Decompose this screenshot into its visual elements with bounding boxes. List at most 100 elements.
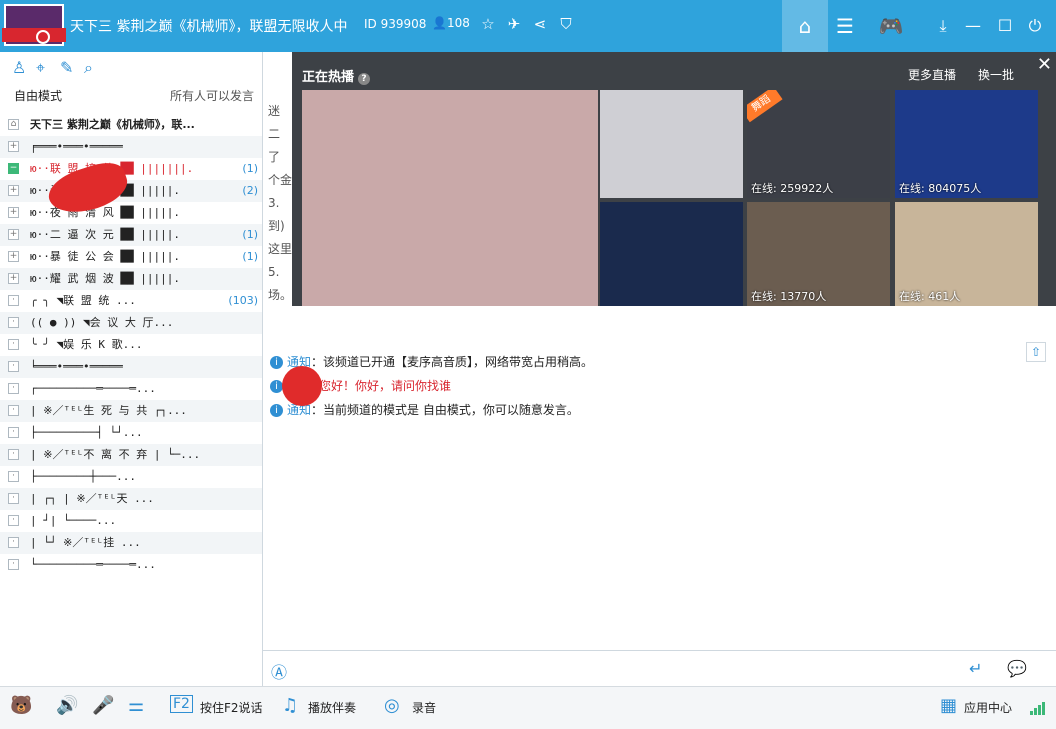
collapse-icon[interactable]: − <box>8 163 19 174</box>
accompany-button[interactable]: 播放伴奏 <box>308 699 356 716</box>
expand-icon[interactable]: · <box>8 537 19 548</box>
channel-tree-row[interactable]: · | ※／ᵀᴱᴸ生 死 与 共 ┌┐... <box>0 400 262 422</box>
expand-icon[interactable]: · <box>8 427 19 438</box>
location-icon[interactable]: ⌖ <box>36 58 45 78</box>
channel-tree-row[interactable]: · ├─────────┤ └┘... <box>0 422 262 444</box>
speaker-icon[interactable]: 🔊 <box>56 695 78 716</box>
expand-icon[interactable]: · <box>8 361 19 372</box>
chat-input-bar[interactable]: Ⓐ ↵ 💬 <box>263 650 1056 687</box>
message-red-text: 您好！你好，请问你找谁 <box>319 379 452 393</box>
channel-panel: ♙ ⌖ ✎ ⌕ 自由模式 所有人可以发言 ⌂ 天下三 紫荆之巅《机械师》，联...… <box>0 52 263 686</box>
channel-tree-row[interactable]: + ю··耀 武 烟 波 ██ |||||. <box>0 268 262 290</box>
redaction-mark <box>282 366 322 406</box>
channel-tree-row[interactable]: ⌂ 天下三 紫荆之巅《机械师》，联... <box>0 114 262 136</box>
channel-tree-row[interactable]: · ┌─────────═────═... <box>0 378 262 400</box>
app-center-button[interactable]: 应用中心 <box>964 699 1012 716</box>
channel-tree-row[interactable]: · | ※／ᵀᴱᴸ不 离 不 弃 | └─... <box>0 444 262 466</box>
f2-icon[interactable]: F2 <box>170 695 193 713</box>
expand-icon[interactable]: · <box>8 515 19 526</box>
star-icon[interactable]: ☆ <box>478 14 498 34</box>
live-thumbnail[interactable]: 在线: 461人 <box>895 202 1038 306</box>
channel-tree-row[interactable]: + ╒═══•═══•═════ <box>0 136 262 158</box>
share-icon[interactable]: ⋖ <box>530 14 550 34</box>
game-button[interactable]: 🎮 <box>868 0 914 52</box>
f2-talk-button[interactable]: 按住F2说话 <box>200 699 263 716</box>
plane-icon[interactable]: ✈ <box>504 14 524 34</box>
mode-label: 自由模式 <box>14 89 63 103</box>
mic-icon[interactable]: 🎤 <box>92 695 114 716</box>
channel-name: | ┌┐ | ※／ᵀᴱᴸ天 ... <box>30 492 154 505</box>
channel-tree-row[interactable]: · | ┌┐ | ※／ᵀᴱᴸ天 ... <box>0 488 262 510</box>
channel-name: 天下三 紫荆之巅《机械师》，联... <box>30 118 195 131</box>
chat-message: i 通知：该频道已开通【麦序高音质】，网络带宽占用稍高。 <box>270 352 593 376</box>
expand-icon[interactable]: · <box>8 559 19 570</box>
expand-icon[interactable]: + <box>8 229 19 240</box>
hot-title: 正在热播? <box>302 66 371 85</box>
signal-icon <box>1030 701 1046 715</box>
apps-icon[interactable]: ▦ <box>940 695 957 716</box>
bottom-toolbar: 🐻 🔊 🎤 ⚌ F2 按住F2说话 ♫ 播放伴奏 ◎ 录音 ▦ 应用中心 <box>0 686 1056 729</box>
search-icon[interactable]: ⌕ <box>84 58 93 78</box>
live-thumbnail[interactable] <box>302 90 598 306</box>
expand-icon[interactable]: · <box>8 295 19 306</box>
expand-icon[interactable]: + <box>8 141 19 152</box>
scroll-up-icon[interactable]: ⇧ <box>1026 342 1046 362</box>
channel-tree-row[interactable]: +ю··杀 戮 军 团 ██ |||||.(2) <box>0 180 262 202</box>
close-icon[interactable]: ✕ <box>1037 54 1052 75</box>
expand-icon[interactable]: + <box>8 273 19 284</box>
record-button[interactable]: 录音 <box>412 699 436 716</box>
channel-count: (2) <box>242 184 258 197</box>
expand-icon[interactable]: · <box>8 339 19 350</box>
yy-logo-icon[interactable]: 🐻 <box>10 695 32 716</box>
close-button[interactable]: ⏻ <box>1012 0 1056 52</box>
emoji-icon[interactable]: 💬 <box>1007 659 1027 678</box>
channel-tree-row[interactable]: · ├────────┼───... <box>0 466 262 488</box>
channel-tree-row[interactable]: · | ┘| └────... <box>0 510 262 532</box>
shield-icon[interactable]: ⛉ <box>556 14 576 34</box>
record-icon[interactable]: ◎ <box>384 695 400 716</box>
channel-tree-row[interactable]: · ╭ ╮ ◥联 盟 统 ... (103) <box>0 290 262 312</box>
channel-tree-row[interactable]: · ╘═══•═══•═════ <box>0 356 262 378</box>
expand-icon[interactable]: · <box>8 317 19 328</box>
expand-icon[interactable]: + <box>8 185 19 196</box>
channel-id: ID 939908 <box>364 17 427 31</box>
expand-icon[interactable]: · <box>8 493 19 504</box>
list-button[interactable]: ☰ <box>822 0 868 52</box>
send-icon[interactable]: ↵ <box>969 659 982 678</box>
user-count: 👤108 <box>432 16 470 30</box>
music-icon[interactable]: ♫ <box>282 695 298 716</box>
more-live-link[interactable]: 更多直播 <box>908 66 956 83</box>
channel-tree-row[interactable]: −ю··联 盟 接 待 ██ |||||||.(1) <box>0 158 262 180</box>
mixer-icon[interactable]: ⚌ <box>128 695 144 716</box>
channel-name: | ※／ᵀᴱᴸ生 死 与 共 ┌┐... <box>30 404 187 417</box>
expand-icon[interactable]: · <box>8 471 19 482</box>
live-thumbnail[interactable] <box>600 202 743 306</box>
channel-tree-row[interactable]: · ╰ ╯ ◥娱 乐 K 歌... <box>0 334 262 356</box>
live-thumbnail[interactable] <box>600 90 743 198</box>
channel-tree-row[interactable]: · └─────────═────═... <box>0 554 262 576</box>
channel-tree-row[interactable]: · | └┘ ※／ᵀᴱᴸ挂 ... <box>0 532 262 554</box>
expand-icon[interactable]: ⌂ <box>8 119 19 130</box>
live-thumbnail[interactable]: 在线: 804075人 <box>895 90 1038 198</box>
font-icon[interactable]: Ⓐ <box>271 659 287 683</box>
channel-tree-row[interactable]: + ю··二 逼 次 元 ██ |||||. (1) <box>0 224 262 246</box>
edit-icon[interactable]: ✎ <box>60 58 73 77</box>
member-icon[interactable]: ♙ <box>12 58 26 77</box>
expand-icon[interactable]: + <box>8 251 19 262</box>
channel-count: (1) <box>242 228 258 241</box>
expand-icon[interactable]: · <box>8 449 19 460</box>
live-thumbnail[interactable]: 舞蹈 在线: 259922人 <box>747 90 890 198</box>
channel-tree-row[interactable]: + ю··夜 雨 清 风 ██ |||||. <box>0 202 262 224</box>
channel-tree-row[interactable]: · (( ● )) ◥会 议 大 厅... <box>0 312 262 334</box>
stop-icon <box>36 30 50 44</box>
channel-name: ╰ ╯ ◥娱 乐 K 歌... <box>30 338 143 351</box>
refresh-link[interactable]: 换一批 <box>978 66 1014 83</box>
channel-title: 天下三 紫荆之巅《机械师》，联盟无限收人中 <box>70 19 348 35</box>
live-thumbnail[interactable]: 在线: 13770人 <box>747 202 890 306</box>
expand-icon[interactable]: · <box>8 405 19 416</box>
help-icon[interactable]: ? <box>358 73 371 85</box>
expand-icon[interactable]: · <box>8 383 19 394</box>
expand-icon[interactable]: + <box>8 207 19 218</box>
channel-name: ├─────────┤ └┘... <box>30 426 143 439</box>
channel-tree-row[interactable]: + ю··暴 徒 公 会 ██ |||||. (1) <box>0 246 262 268</box>
